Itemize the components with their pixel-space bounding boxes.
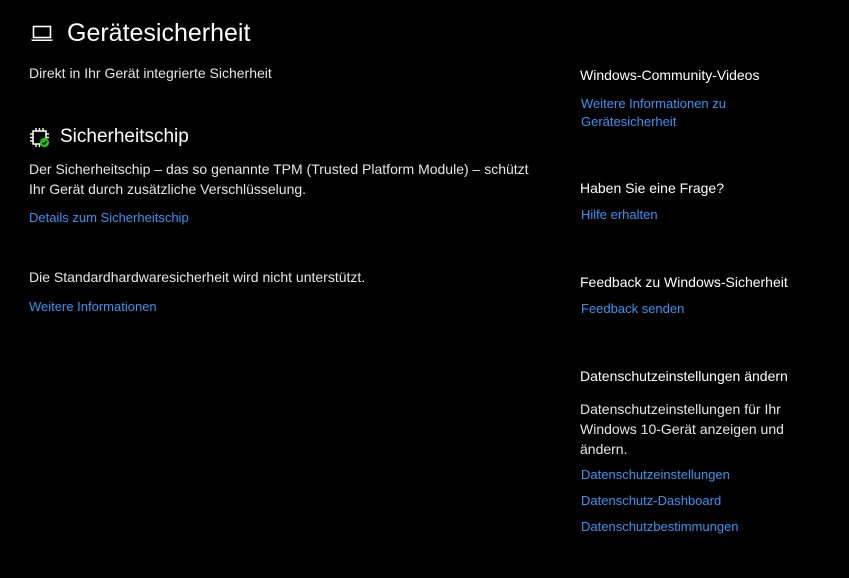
get-help-link[interactable]: Hilfe erhalten <box>581 206 658 224</box>
security-chip-icon <box>29 127 50 148</box>
community-videos-heading: Windows-Community-Videos <box>580 67 760 83</box>
page-title: Gerätesicherheit <box>67 19 251 47</box>
hardware-security-note: Die Standardhardwaresicherheit wird nich… <box>29 269 366 285</box>
privacy-dashboard-link[interactable]: Datenschutz-Dashboard <box>581 492 721 510</box>
more-info-link[interactable]: Weitere Informationen <box>29 299 157 314</box>
community-videos-link[interactable]: Weitere Informationen zu Gerätesicherhei… <box>581 95 781 131</box>
privacy-heading: Datenschutzeinstellungen ändern <box>580 368 788 384</box>
privacy-statement-link[interactable]: Datenschutzbestimmungen <box>581 518 739 536</box>
privacy-settings-link[interactable]: Datenschutzeinstellungen <box>581 466 730 484</box>
send-feedback-link[interactable]: Feedback senden <box>581 300 684 318</box>
privacy-description: Datenschutzeinstellungen für Ihr Windows… <box>580 401 784 457</box>
page-subtitle: Direkt in Ihr Gerät integrierte Sicherhe… <box>29 65 272 81</box>
section-header: Sicherheitschip <box>29 125 189 149</box>
section-description: Der Sicherheitschip – das so genannte TP… <box>29 161 529 197</box>
feedback-heading: Feedback zu Windows-Sicherheit <box>580 274 788 290</box>
question-heading: Haben Sie eine Frage? <box>580 180 724 196</box>
page-header: Gerätesicherheit <box>30 18 250 48</box>
laptop-icon <box>30 21 54 45</box>
section-title: Sicherheitschip <box>60 126 189 147</box>
security-chip-details-link[interactable]: Details zum Sicherheitschip <box>29 210 189 225</box>
device-security-page: Gerätesicherheit Direkt in Ihr Gerät int… <box>0 0 849 578</box>
